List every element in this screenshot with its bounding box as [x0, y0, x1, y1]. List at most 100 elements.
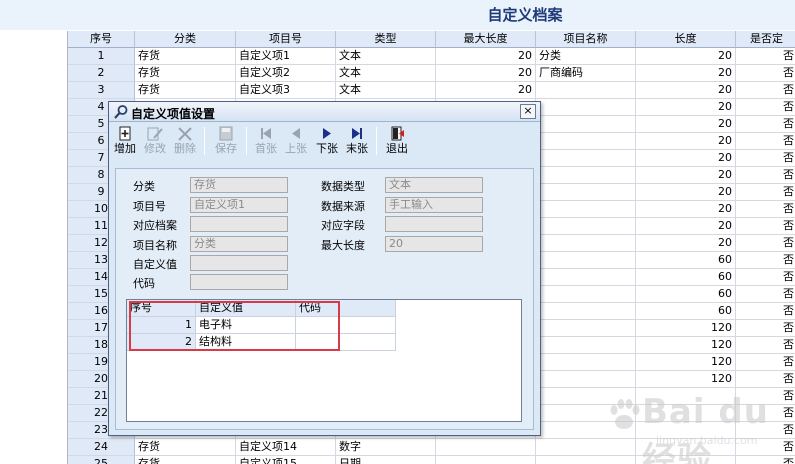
prev-button[interactable]: 上张	[282, 125, 310, 157]
table-row[interactable]: 2 存货 自定义项2 文本 20 厂商编码 20 否	[68, 65, 795, 82]
cell-is-defined[interactable]: 否	[736, 320, 795, 337]
cell-index[interactable]: 24	[68, 439, 135, 456]
cell-is-defined[interactable]: 否	[736, 201, 795, 218]
cell-is-defined[interactable]: 否	[736, 99, 795, 116]
cell-length[interactable]: 20	[636, 48, 736, 65]
save-button[interactable]: 保存	[211, 125, 241, 157]
cell-index[interactable]: 25	[68, 456, 135, 464]
cell-item-name[interactable]	[536, 133, 636, 150]
cell-item-name[interactable]	[536, 184, 636, 201]
table-row[interactable]: 3 存货 自定义项3 文本 20 20 否	[68, 82, 795, 99]
cell-is-defined[interactable]: 否	[736, 337, 795, 354]
custom-value-field[interactable]	[190, 255, 288, 271]
cell-type[interactable]: 日期	[336, 456, 436, 464]
cell-is-defined[interactable]: 否	[736, 65, 795, 82]
cell-item-name[interactable]: 分类	[536, 48, 636, 65]
cell-is-defined[interactable]: 否	[736, 252, 795, 269]
cell-length[interactable]: 60	[636, 286, 736, 303]
col-header-category[interactable]: 分类	[135, 31, 236, 48]
last-button[interactable]: 末张	[343, 125, 371, 157]
col-header-max-length[interactable]: 最大长度	[436, 31, 536, 48]
cell-is-defined[interactable]: 否	[736, 354, 795, 371]
cell-is-defined[interactable]: 否	[736, 269, 795, 286]
add-button[interactable]: 增加	[112, 125, 138, 157]
edit-button[interactable]: 修改	[141, 125, 169, 157]
exit-button[interactable]: 退出	[382, 125, 412, 157]
cell-item-no[interactable]: 自定义项14	[236, 439, 336, 456]
cell-length[interactable]: 120	[636, 337, 736, 354]
cell-length[interactable]: 20	[636, 65, 736, 82]
cell-is-defined[interactable]: 否	[736, 48, 795, 65]
cell-category[interactable]: 存货	[135, 456, 236, 464]
cell-item-no[interactable]: 自定义项1	[236, 48, 336, 65]
cell-item-name[interactable]	[536, 116, 636, 133]
cell-length[interactable]: 20	[636, 167, 736, 184]
cell-length[interactable]: 20	[636, 150, 736, 167]
cell-length[interactable]: 20	[636, 133, 736, 150]
cell-is-defined[interactable]: 否	[736, 235, 795, 252]
cell-category[interactable]: 存货	[135, 82, 236, 99]
cell-max-length[interactable]	[436, 439, 536, 456]
cell-is-defined[interactable]: 否	[736, 286, 795, 303]
cell-item-name[interactable]	[536, 303, 636, 320]
cell-item-name[interactable]	[536, 150, 636, 167]
cell-is-defined[interactable]: 否	[736, 167, 795, 184]
cell-length[interactable]: 20	[636, 82, 736, 99]
cell-item-name[interactable]	[536, 99, 636, 116]
cell-category[interactable]: 存货	[135, 65, 236, 82]
cell-item-name[interactable]	[536, 337, 636, 354]
cell-item-name[interactable]	[536, 286, 636, 303]
cell-item-name[interactable]	[536, 82, 636, 99]
cell-max-length[interactable]: 20	[436, 48, 536, 65]
cell-is-defined[interactable]: 否	[736, 133, 795, 150]
col-header-is-defined[interactable]: 是否定	[736, 31, 795, 48]
cell-length[interactable]: 60	[636, 303, 736, 320]
col-header-type[interactable]: 类型	[336, 31, 436, 48]
cell-index[interactable]: 3	[68, 82, 135, 99]
cell-max-length[interactable]: 20	[436, 82, 536, 99]
cell-length[interactable]: 20	[636, 218, 736, 235]
cell-length[interactable]: 60	[636, 269, 736, 286]
col-header-item-name[interactable]: 项目名称	[536, 31, 636, 48]
cell-item-name[interactable]	[536, 252, 636, 269]
delete-button[interactable]: 删除	[171, 125, 199, 157]
cell-item-name[interactable]	[536, 354, 636, 371]
cell-length[interactable]: 60	[636, 252, 736, 269]
cell-max-length[interactable]	[436, 456, 536, 464]
cell-item-name[interactable]	[536, 235, 636, 252]
cell-length[interactable]: 20	[636, 201, 736, 218]
cell-category[interactable]: 存货	[135, 48, 236, 65]
cell-length[interactable]: 20	[636, 235, 736, 252]
cell-index[interactable]: 1	[68, 48, 135, 65]
cell-max-length[interactable]: 20	[436, 65, 536, 82]
cell-item-name[interactable]: 厂商编码	[536, 65, 636, 82]
cell-type[interactable]: 数字	[336, 439, 436, 456]
cell-index[interactable]: 2	[68, 65, 135, 82]
cell-length[interactable]: 20	[636, 116, 736, 133]
col-header-index[interactable]: 序号	[68, 31, 135, 48]
cell-is-defined[interactable]: 否	[736, 116, 795, 133]
cell-item-name[interactable]	[536, 320, 636, 337]
cell-item-name[interactable]	[536, 218, 636, 235]
cell-is-defined[interactable]: 否	[736, 218, 795, 235]
cell-item-no[interactable]: 自定义项3	[236, 82, 336, 99]
cell-item-no[interactable]: 自定义项15	[236, 456, 336, 464]
cell-category[interactable]: 存货	[135, 439, 236, 456]
cell-item-name[interactable]	[536, 167, 636, 184]
cell-is-defined[interactable]: 否	[736, 150, 795, 167]
cell-item-no[interactable]: 自定义项2	[236, 65, 336, 82]
cell-item-name[interactable]	[536, 269, 636, 286]
cell-is-defined[interactable]: 否	[736, 82, 795, 99]
cell-length[interactable]: 20	[636, 99, 736, 116]
close-button[interactable]: ×	[520, 104, 536, 119]
cell-item-name[interactable]	[536, 456, 636, 464]
cell-type[interactable]: 文本	[336, 65, 436, 82]
next-button[interactable]: 下张	[313, 125, 341, 157]
col-header-length[interactable]: 长度	[636, 31, 736, 48]
cell-item-name[interactable]	[536, 201, 636, 218]
first-button[interactable]: 首张	[252, 125, 280, 157]
cell-length[interactable]: 20	[636, 184, 736, 201]
cell-is-defined[interactable]: 否	[736, 184, 795, 201]
cell-type[interactable]: 文本	[336, 82, 436, 99]
col-header-item-no[interactable]: 项目号	[236, 31, 336, 48]
